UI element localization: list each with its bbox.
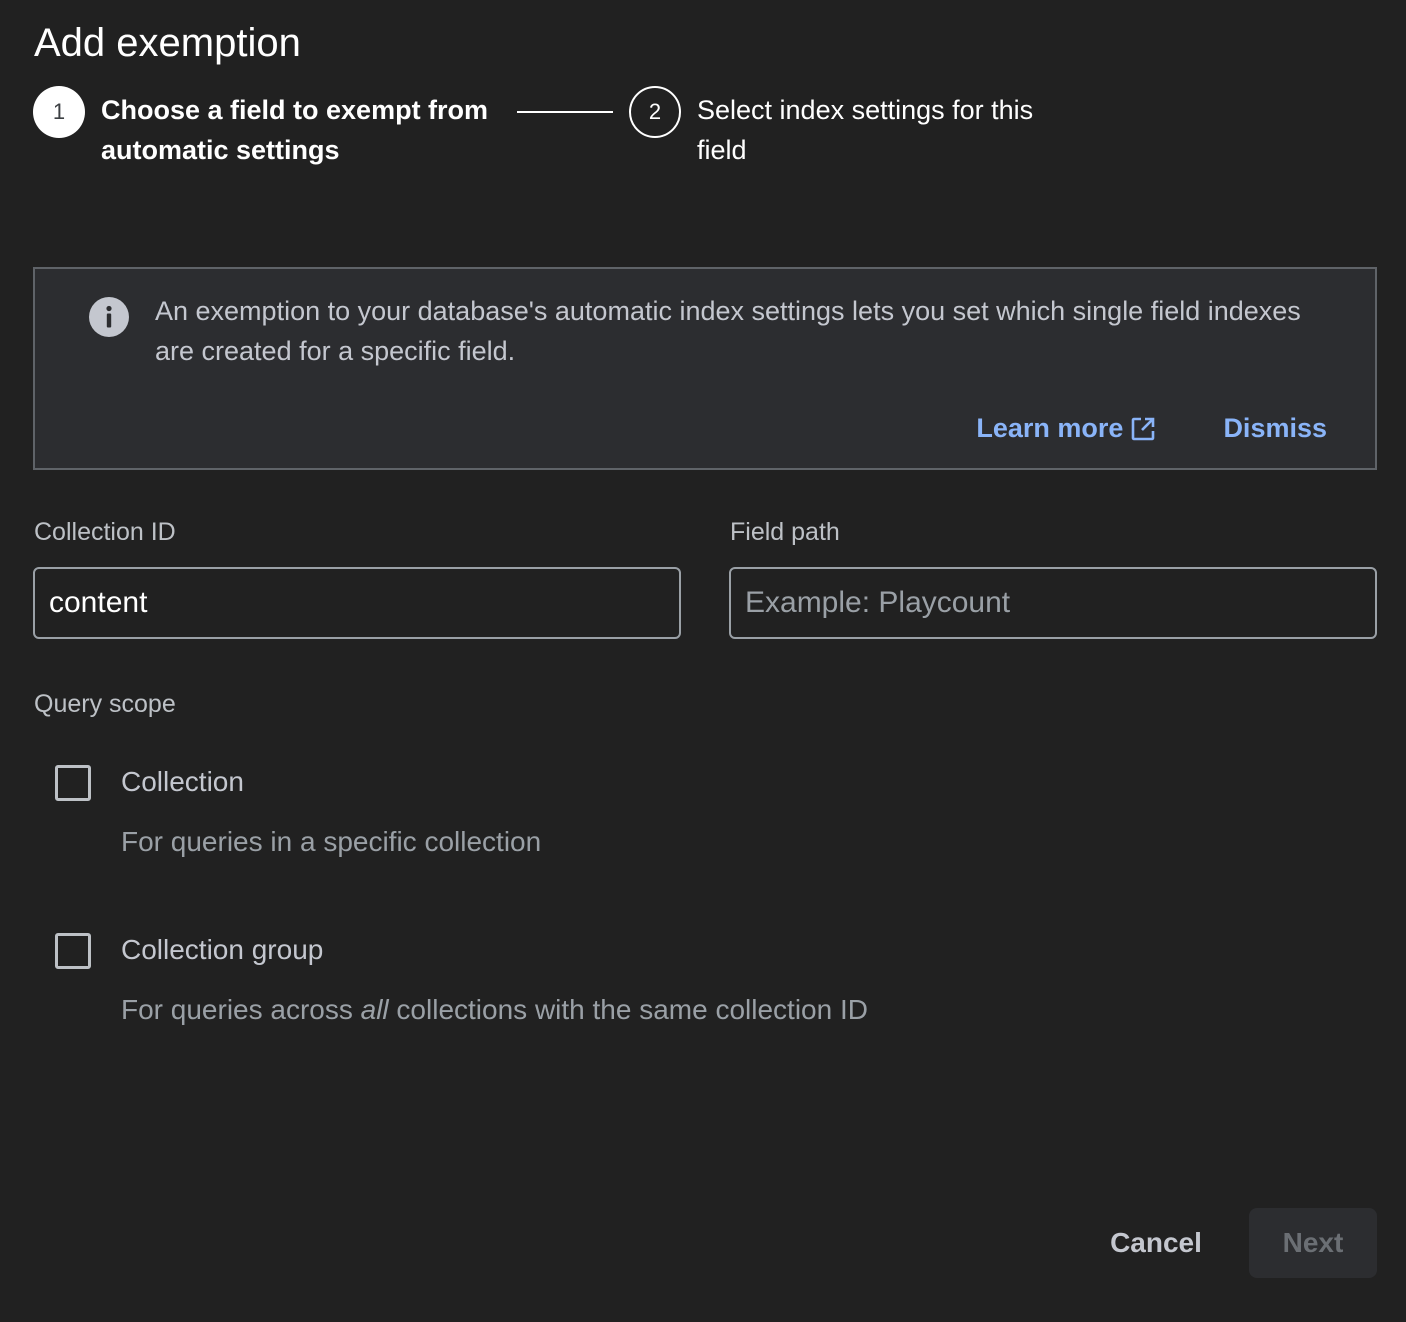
collection-option-description: For queries in a specific collection xyxy=(121,826,542,857)
banner-text: An exemption to your database's automati… xyxy=(155,296,1301,366)
step-2-label: Select index settings for this field xyxy=(697,95,1034,165)
external-link-icon xyxy=(1129,415,1157,443)
field-path-label: Field path xyxy=(730,518,840,546)
step-1-label: Choose a field to exempt from automatic … xyxy=(101,95,489,165)
collection-id-label: Collection ID xyxy=(34,518,176,546)
query-scope-label: Query scope xyxy=(34,690,176,718)
collection-group-checkbox[interactable] xyxy=(55,933,91,969)
field-path-input[interactable] xyxy=(729,567,1377,639)
learn-more-label: Learn more xyxy=(976,413,1124,443)
collection-group-option-title: Collection group xyxy=(121,934,324,965)
collection-checkbox[interactable] xyxy=(55,765,91,801)
next-button[interactable]: Next xyxy=(1249,1208,1377,1278)
cancel-button[interactable]: Cancel xyxy=(1090,1208,1222,1278)
learn-more-link[interactable]: Learn more xyxy=(976,413,1157,444)
step-2: 2 Select index settings for this field xyxy=(629,86,1077,170)
description-after: collections with the same collection ID xyxy=(388,994,868,1025)
banner-actions: Learn more Dismiss xyxy=(976,413,1327,444)
description-before: For queries across xyxy=(121,994,361,1025)
collection-option-title: Collection xyxy=(121,766,244,797)
collection-group-option-description: For queries across all collections with … xyxy=(121,994,868,1026)
step-1-number: 1 xyxy=(33,86,85,138)
step-2-number: 2 xyxy=(629,86,681,138)
dialog-title: Add exemption xyxy=(34,21,301,65)
description-emphasis: all xyxy=(360,994,389,1025)
info-icon xyxy=(89,297,129,337)
info-banner: An exemption to your database's automati… xyxy=(33,267,1377,470)
collection-id-input[interactable] xyxy=(33,567,681,639)
dismiss-button[interactable]: Dismiss xyxy=(1223,413,1327,444)
step-1: 1 Choose a field to exempt from automati… xyxy=(33,86,501,170)
step-connector xyxy=(517,111,613,113)
